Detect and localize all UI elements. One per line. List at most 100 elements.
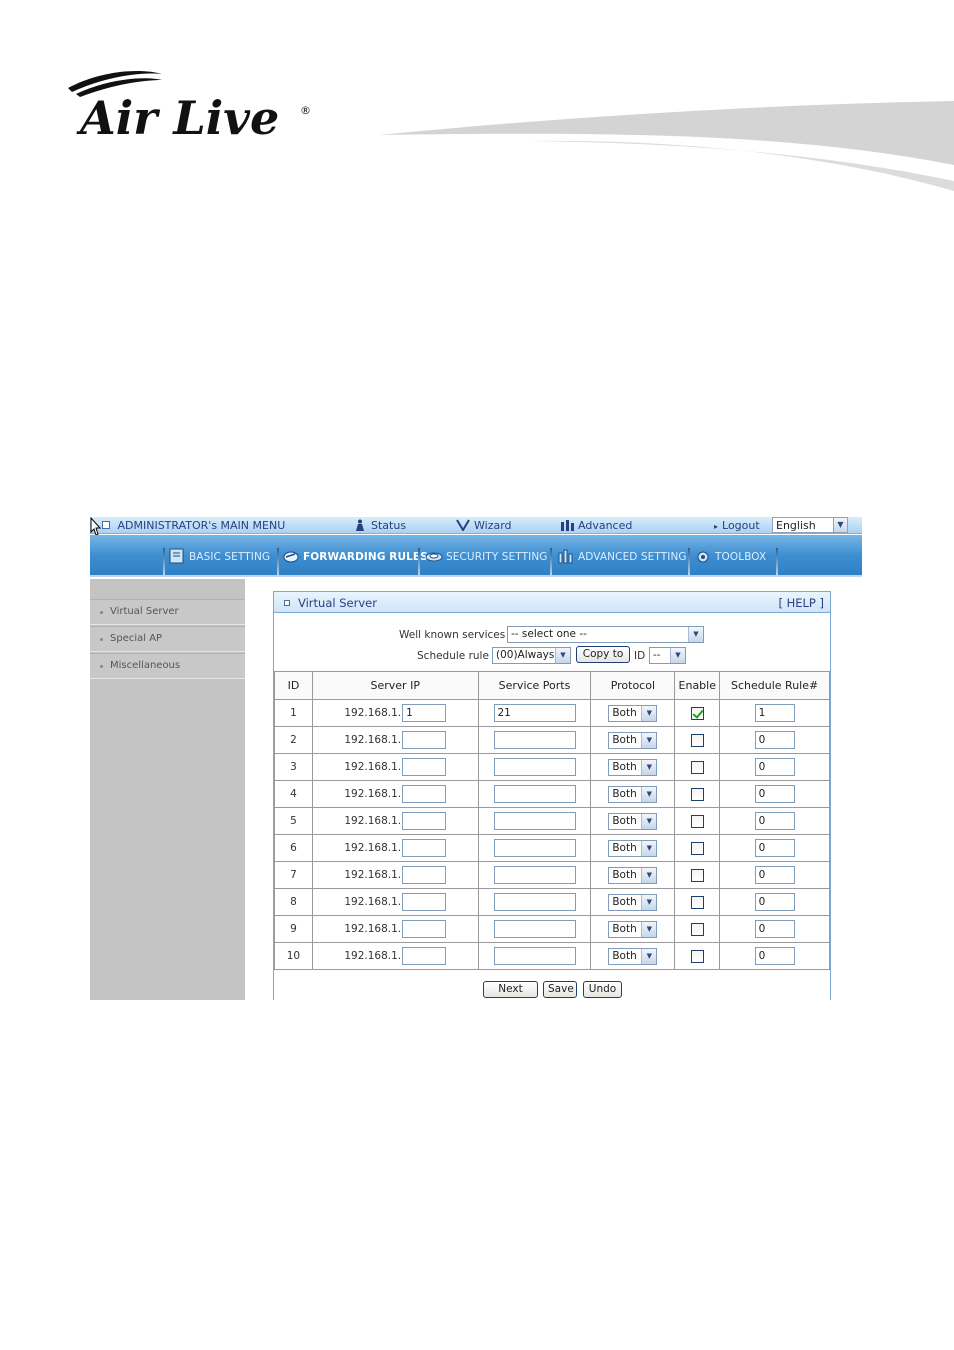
next-button[interactable]: Next >>	[483, 981, 538, 1000]
protocol-select[interactable]: Both ▼	[608, 731, 658, 749]
enable-checkbox[interactable]	[690, 814, 704, 828]
enable-checkbox[interactable]	[690, 949, 704, 963]
server-ip-cell: 192.168.1.	[311, 861, 479, 889]
service-ports-input[interactable]	[493, 812, 576, 830]
header-service-ports: Service Ports	[477, 671, 592, 700]
schedule-rule-cell: 0	[719, 753, 830, 781]
tab-security-setting[interactable]: SECURITY SETTING	[425, 548, 548, 582]
service-ports-input[interactable]	[493, 758, 576, 776]
protocol-select[interactable]: Both ▼	[608, 758, 658, 776]
protocol-select[interactable]: Both ▼	[608, 812, 658, 830]
service-ports-input[interactable]	[493, 866, 576, 884]
server-ip-input[interactable]	[402, 731, 447, 749]
toolbox-icon	[697, 551, 709, 563]
sidebar-item-miscellaneous[interactable]: Miscellaneous	[90, 653, 245, 679]
schedule-rule-value: (00)Always	[496, 649, 555, 661]
protocol-cell: Both ▼	[590, 699, 676, 727]
protocol-select[interactable]: Both ▼	[608, 893, 658, 911]
sidebar-item-special-ap[interactable]: Special AP	[90, 626, 245, 652]
tab-toolbox[interactable]: TOOLBOX	[694, 548, 766, 582]
protocol-select[interactable]: Both ▼	[608, 785, 658, 803]
protocol-select[interactable]: Both ▼	[608, 920, 658, 938]
save-button[interactable]: Save	[543, 981, 577, 998]
schedule-rule-select[interactable]: (00)Always ▼	[492, 647, 571, 664]
service-ports-input[interactable]	[493, 731, 576, 749]
schedule-rule-cell: 0	[719, 861, 830, 889]
server-ip-input[interactable]	[402, 812, 447, 830]
table-row: 10 192.168.1. Both ▼ 0	[274, 942, 830, 970]
enable-checkbox[interactable]	[690, 841, 704, 855]
schedule-rule-input[interactable]: 0	[754, 812, 795, 830]
sidebar-item-virtual-server[interactable]: Virtual Server	[90, 599, 245, 625]
undo-button[interactable]: Undo	[583, 981, 622, 998]
chevron-down-icon: ▼	[641, 867, 657, 883]
service-ports-input[interactable]	[493, 893, 576, 911]
enable-checkbox[interactable]	[690, 706, 704, 720]
protocol-select[interactable]: Both ▼	[608, 704, 658, 722]
service-ports-input[interactable]	[493, 839, 576, 857]
well-known-services-select[interactable]: -- select one -- ▼	[507, 626, 704, 643]
copy-id-select[interactable]: -- ▼	[649, 647, 686, 664]
server-ip-input[interactable]	[402, 866, 447, 884]
nav-separator	[163, 548, 165, 576]
service-ports-input[interactable]	[493, 920, 576, 938]
protocol-cell: Both ▼	[590, 807, 676, 835]
protocol-select[interactable]: Both ▼	[608, 866, 658, 884]
enable-checkbox[interactable]	[690, 922, 704, 936]
row-id: 1	[274, 699, 313, 727]
server-ip-input[interactable]	[402, 758, 447, 776]
enable-checkbox[interactable]	[690, 760, 704, 774]
service-ports-cell	[477, 780, 592, 808]
wizard-link[interactable]: Wizard	[456, 519, 512, 532]
schedule-rule-input[interactable]: 1	[754, 704, 795, 722]
copy-to-button[interactable]: Copy to	[576, 646, 630, 663]
server-ip-input[interactable]	[402, 839, 447, 857]
schedule-rule-input[interactable]: 0	[754, 866, 795, 884]
bullet-icon	[100, 638, 103, 641]
schedule-rule-input[interactable]: 0	[754, 947, 795, 965]
status-link[interactable]: Status	[353, 519, 406, 532]
server-ip-input[interactable]: 1	[402, 704, 447, 722]
chevron-down-icon: ▼	[641, 732, 657, 748]
logout-link[interactable]: ▸ Logout	[714, 519, 760, 532]
server-ip-input[interactable]	[402, 785, 447, 803]
main-menu-link[interactable]: ADMINISTRATOR's MAIN MENU	[102, 519, 285, 532]
server-ip-cell: 192.168.1.	[311, 807, 479, 835]
schedule-rule-input[interactable]: 0	[754, 893, 795, 911]
tab-basic-setting[interactable]: BASIC SETTING	[168, 548, 270, 582]
schedule-rule-input[interactable]: 0	[754, 731, 795, 749]
language-select[interactable]: English ▼	[772, 517, 848, 533]
enable-cell	[674, 834, 721, 862]
chevron-down-icon: ▼	[641, 921, 657, 937]
protocol-select[interactable]: Both ▼	[608, 947, 658, 965]
server-ip-input[interactable]	[402, 920, 447, 938]
help-link[interactable]: [ HELP ]	[778, 596, 824, 610]
status-person-icon	[356, 519, 364, 531]
enable-checkbox[interactable]	[690, 868, 704, 882]
schedule-rule-input[interactable]: 0	[754, 785, 795, 803]
service-ports-input[interactable]: 21	[493, 704, 576, 722]
airlive-logo: Air Live ®	[62, 66, 322, 146]
enable-checkbox[interactable]	[690, 733, 704, 747]
schedule-rule-input[interactable]: 0	[754, 839, 795, 857]
wizard-icon	[456, 519, 470, 531]
schedule-rule-input[interactable]: 0	[754, 920, 795, 938]
service-ports-input[interactable]	[493, 947, 576, 965]
schedule-rule-input[interactable]: 0	[754, 758, 795, 776]
enable-checkbox[interactable]	[690, 787, 704, 801]
tab-advanced-setting[interactable]: ADVANCED SETTING	[557, 548, 687, 582]
server-ip-input[interactable]	[402, 893, 447, 911]
tab-forwarding-rules[interactable]: FORWARDING RULES	[282, 548, 428, 582]
nav-separator	[277, 548, 279, 576]
service-ports-input[interactable]	[493, 785, 576, 803]
server-ip-input[interactable]	[402, 947, 447, 965]
advanced-link[interactable]: Advanced	[560, 519, 632, 532]
row-id: 2	[274, 726, 313, 754]
enable-checkbox[interactable]	[690, 895, 704, 909]
ip-prefix: 192.168.1.	[344, 734, 402, 746]
protocol-value: Both	[612, 895, 637, 908]
well-known-services-value: -- select one --	[511, 628, 587, 640]
protocol-value: Both	[612, 733, 637, 746]
protocol-select[interactable]: Both ▼	[608, 839, 658, 857]
header-swoosh-decoration	[380, 101, 954, 191]
